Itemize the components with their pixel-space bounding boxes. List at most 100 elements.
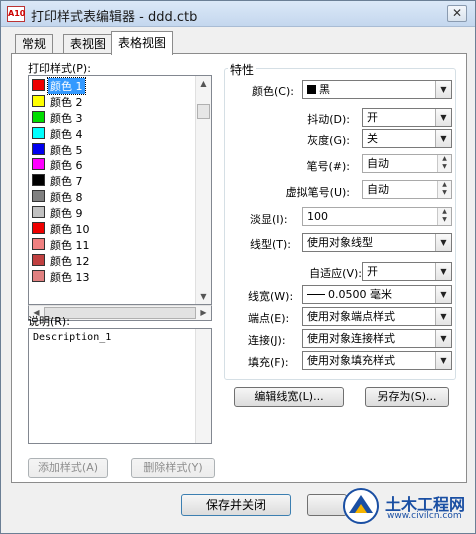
dither-label: 抖动(D):	[307, 113, 350, 126]
list-item-label: 颜色 2	[50, 95, 83, 109]
list-item[interactable]: 颜色 10	[29, 220, 196, 236]
list-item[interactable]: 颜色 7	[29, 172, 196, 188]
color-swatch-icon	[32, 174, 45, 187]
end-style-select[interactable]: 使用对象端点样式 ▼	[302, 307, 452, 326]
window-title: 打印样式表编辑器 - ddd.ctb	[31, 10, 198, 25]
spin-down-icon[interactable]: ▼	[438, 216, 451, 224]
list-item[interactable]: 颜色 6	[29, 156, 196, 172]
scroll-right-icon[interactable]: ▶	[196, 306, 211, 320]
scroll-down-icon[interactable]: ▼	[196, 289, 211, 304]
list-item[interactable]: 颜色 1	[29, 77, 196, 95]
list-item[interactable]: 颜色 9	[29, 204, 196, 220]
grayscale-select[interactable]: 关 ▼	[362, 129, 452, 148]
pen-number-label: 笔号(#):	[306, 160, 350, 173]
list-item-label: 颜色 5	[50, 143, 83, 157]
list-item[interactable]: 颜色 2	[29, 93, 196, 109]
tab-general[interactable]: 常规	[15, 34, 54, 54]
chevron-down-icon[interactable]: ▼	[435, 234, 451, 251]
linetype-label: 线型(T):	[250, 238, 292, 251]
title-bar: A10 打印样式表编辑器 - ddd.ctb ✕	[1, 1, 475, 27]
color-swatch-icon	[32, 142, 45, 155]
color-swatch-icon	[32, 222, 45, 235]
list-item[interactable]: 颜色 3	[29, 109, 196, 125]
save-as-button[interactable]: 另存为(S)...	[365, 387, 449, 407]
list-item[interactable]: 颜色 8	[29, 188, 196, 204]
close-button[interactable]: ✕	[447, 5, 467, 22]
tab-table-view[interactable]: 表视图	[63, 34, 114, 54]
dither-select[interactable]: 开 ▼	[362, 108, 452, 127]
adaptive-label: 自适应(V):	[309, 267, 362, 280]
grayscale-label: 灰度(G):	[307, 134, 350, 147]
spin-down-icon[interactable]: ▼	[438, 163, 451, 171]
list-item[interactable]: 颜色 13	[29, 268, 196, 284]
screening-spinner[interactable]: 100 ▲ ▼	[302, 207, 452, 226]
virtual-pen-spinner[interactable]: 自动 ▲ ▼	[362, 180, 452, 199]
civilcn-logo-icon	[343, 488, 379, 524]
join-style-select[interactable]: 使用对象连接样式 ▼	[302, 329, 452, 348]
list-item[interactable]: 颜色 4	[29, 125, 196, 141]
chevron-down-icon[interactable]: ▼	[435, 286, 451, 303]
list-item[interactable]: 颜色 5	[29, 141, 196, 157]
screening-label: 淡显(I):	[250, 213, 288, 226]
scroll-thumb[interactable]	[197, 104, 210, 119]
fill-style-select[interactable]: 使用对象填充样式 ▼	[302, 351, 452, 370]
spin-down-icon[interactable]: ▼	[438, 189, 451, 197]
pen-number-spinner[interactable]: 自动 ▲ ▼	[362, 154, 452, 173]
chevron-down-icon[interactable]: ▼	[435, 330, 451, 347]
autocad-app-icon: A10	[7, 6, 25, 22]
color-swatch-icon	[32, 190, 45, 203]
save-and-close-button[interactable]: 保存并关闭	[181, 494, 291, 516]
chevron-down-icon[interactable]: ▼	[435, 130, 451, 147]
print-styles-label: 打印样式(P):	[28, 62, 91, 75]
color-swatch-icon	[32, 237, 45, 250]
watermark-url: www.civilcn.com	[387, 511, 462, 521]
list-item-label: 颜色 13	[50, 270, 90, 284]
virtual-pen-label: 虚拟笔号(U):	[285, 186, 350, 199]
description-textarea[interactable]: Description_1	[28, 328, 212, 444]
spin-control[interactable]: ▲ ▼	[437, 155, 451, 172]
edit-lineweights-button[interactable]: 编辑线宽(L)...	[234, 387, 344, 407]
description-scrollbar[interactable]	[195, 329, 211, 443]
fill-style-label: 填充(F):	[248, 356, 289, 369]
list-item[interactable]: 颜色 12	[29, 252, 196, 268]
chevron-down-icon[interactable]: ▼	[435, 308, 451, 325]
chevron-down-icon[interactable]: ▼	[435, 263, 451, 280]
delete-style-button[interactable]: 删除样式(Y)	[131, 458, 215, 478]
list-item-label: 颜色 7	[50, 175, 83, 189]
form-view-panel: 打印样式(P): 颜色 1 颜色 2 颜色 3 颜色 4 颜色 5 颜色 6 颜色 7 颜色 …	[11, 53, 467, 483]
list-item-label: 颜色 6	[50, 159, 83, 173]
chevron-down-icon[interactable]: ▼	[435, 352, 451, 369]
color-select[interactable]: 黑 ▼	[302, 80, 452, 99]
adaptive-select[interactable]: 开 ▼	[362, 262, 452, 281]
line-sample-icon	[307, 294, 325, 295]
list-item[interactable]: 颜色 11	[29, 236, 196, 252]
spin-up-icon[interactable]: ▲	[438, 208, 451, 216]
spin-up-icon[interactable]: ▲	[438, 181, 451, 189]
description-text: Description_1	[33, 332, 112, 343]
lineweight-select[interactable]: 0.0500 毫米 ▼	[302, 285, 452, 304]
spin-up-icon[interactable]: ▲	[438, 155, 451, 163]
list-item-label: 颜色 3	[50, 111, 83, 125]
list-vertical-scrollbar[interactable]: ▲ ▼	[195, 76, 211, 304]
color-swatch-icon	[32, 206, 45, 219]
list-item-label: 颜色 12	[50, 254, 90, 268]
color-swatch-icon	[32, 269, 45, 282]
add-style-button[interactable]: 添加样式(A)	[28, 458, 108, 478]
spin-control[interactable]: ▲ ▼	[437, 208, 451, 225]
watermark: 土木工程网 www.civilcn.com	[341, 485, 471, 529]
chevron-down-icon[interactable]: ▼	[435, 109, 451, 126]
list-item-label: 颜色 4	[50, 127, 83, 141]
spin-control[interactable]: ▲ ▼	[437, 181, 451, 198]
color-swatch-icon	[32, 94, 45, 107]
print-style-editor-window: A10 打印样式表编辑器 - ddd.ctb ✕ 常规 表视图 表格视图 打印样…	[0, 0, 476, 534]
chevron-down-icon[interactable]: ▼	[435, 81, 451, 98]
color-label: 颜色(C):	[252, 85, 294, 98]
linetype-select[interactable]: 使用对象线型 ▼	[302, 233, 452, 252]
color-swatch-icon	[32, 110, 45, 123]
print-styles-list[interactable]: 颜色 1 颜色 2 颜色 3 颜色 4 颜色 5 颜色 6 颜色 7 颜色 8 颜色 9 颜色 1…	[28, 75, 212, 305]
list-item-label: 颜色 10	[50, 223, 90, 237]
scroll-up-icon[interactable]: ▲	[196, 76, 211, 91]
color-swatch-icon	[32, 158, 45, 171]
join-style-label: 连接(J):	[248, 334, 286, 347]
tab-form-view[interactable]: 表格视图	[111, 31, 174, 55]
